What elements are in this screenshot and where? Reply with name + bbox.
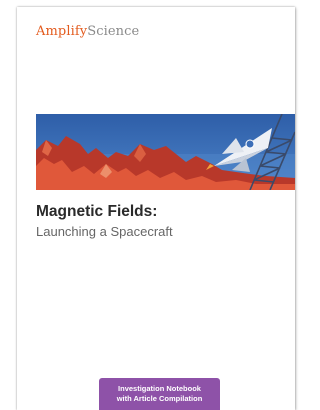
badge-line-2: with Article Compilation bbox=[116, 394, 203, 403]
badge-line-1: Investigation Notebook bbox=[118, 384, 201, 393]
cover-title: Magnetic Fields: bbox=[36, 203, 158, 220]
cover-illustration bbox=[36, 114, 295, 190]
rocket-launch-illustration bbox=[36, 114, 295, 190]
notebook-cover: AmplifyScience Magnetic Fields: Launchin… bbox=[17, 7, 295, 410]
notebook-type-badge: Investigation Notebook with Article Comp… bbox=[99, 378, 220, 410]
amplify-science-logo: AmplifyScience bbox=[36, 24, 139, 40]
logo-product-text: Science bbox=[87, 24, 140, 39]
cover-subtitle: Launching a Spacecraft bbox=[36, 224, 173, 239]
logo-brand-text: Amplify bbox=[36, 24, 88, 39]
